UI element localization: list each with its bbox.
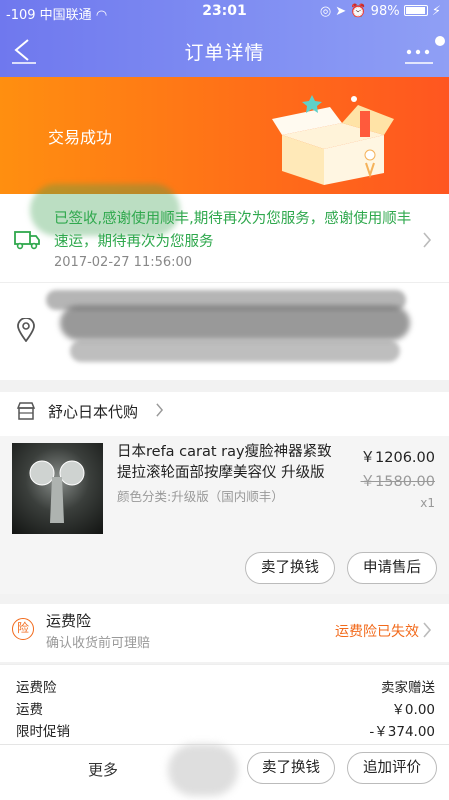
product-thumbnail[interactable] [12, 443, 103, 534]
insurance-title: 运费险 [46, 612, 92, 630]
open-box-illustration [272, 95, 394, 185]
header: -109 中国联通 ◠ 23:01 ◎ ➤ ⏰ 98% ⚡ 订单详情 [0, 0, 449, 77]
fee-row: 运费 ￥0.00 [16, 698, 435, 718]
fee-label: 运费险 [16, 680, 57, 696]
more-link[interactable]: 更多 [88, 759, 118, 780]
status-bar: -109 中国联通 ◠ 23:01 ◎ ➤ ⏰ 98% ⚡ [0, 0, 449, 24]
nav-bar: 订单详情 [0, 26, 449, 74]
fee-label: 运费 [16, 702, 43, 718]
product-original-price: ￥1580.00 [360, 474, 435, 490]
after-sale-button[interactable]: 申请售后 [347, 552, 437, 584]
lock-rotation-icon: ◎ [319, 4, 332, 19]
add-review-button[interactable]: 追加评价 [347, 752, 437, 784]
logistics-time: 2017-02-27 11:56:00 [54, 255, 193, 270]
logistics-chevron-icon [423, 232, 432, 248]
roller-device-image [29, 460, 85, 523]
truck-icon [14, 231, 40, 250]
fee-row: 限时促销 -￥374.00 [16, 720, 435, 740]
notification-dot [435, 36, 445, 46]
location-icon: ➤ [335, 4, 347, 19]
product-quantity: x1 [420, 496, 435, 510]
redacted-address-line [70, 340, 400, 362]
charging-icon: ⚡ [431, 4, 441, 19]
redacted-address-line [60, 306, 410, 340]
insurance-chevron-icon [423, 622, 432, 638]
fee-value: 卖家赠送 [381, 680, 435, 696]
product-price: ￥1206.00 [360, 450, 435, 466]
insurance-subtitle: 确认收货前可理赔 [46, 636, 151, 651]
insurance-status: 运费险已失效 [335, 624, 419, 640]
more-dots-icon[interactable] [403, 36, 437, 66]
fee-value: -￥374.00 [369, 724, 435, 740]
product-sku: 颜色分类:升级版（国内顺丰） [117, 489, 284, 504]
order-status-banner: 交易成功 [0, 77, 449, 194]
page-title: 订单详情 [184, 42, 265, 64]
battery-percent: 98% [370, 4, 400, 19]
fee-row: 运费险 卖家赠送 [16, 676, 435, 696]
shop-name[interactable]: 舒心日本代购 [48, 401, 138, 422]
battery-icon [403, 5, 428, 16]
alarm-icon: ⏰ [350, 4, 367, 19]
order-status-text: 交易成功 [48, 128, 113, 147]
sell-button[interactable]: 卖了换钱 [245, 552, 335, 584]
location-pin-icon [17, 318, 35, 342]
product-title[interactable]: 日本refa carat ray瘦脸神器紧致提拉滚轮面部按摩美容仪 升级版 [117, 442, 342, 484]
sell-button-bottom[interactable]: 卖了换钱 [247, 752, 335, 784]
logistics-message: 已签收,感谢使用顺丰,期待再次为您服务，感谢使用顺丰速运，期待再次为您服务 [54, 211, 412, 250]
insurance-icon: 险 [12, 618, 34, 640]
shop-icon [16, 402, 36, 420]
status-right: ◎ ➤ ⏰ 98% ⚡ [320, 4, 441, 19]
privacy-blur [168, 744, 238, 796]
fee-value: ￥0.00 [391, 702, 435, 718]
fee-label: 限时促销 [16, 724, 70, 740]
shop-chevron-icon [156, 403, 164, 417]
